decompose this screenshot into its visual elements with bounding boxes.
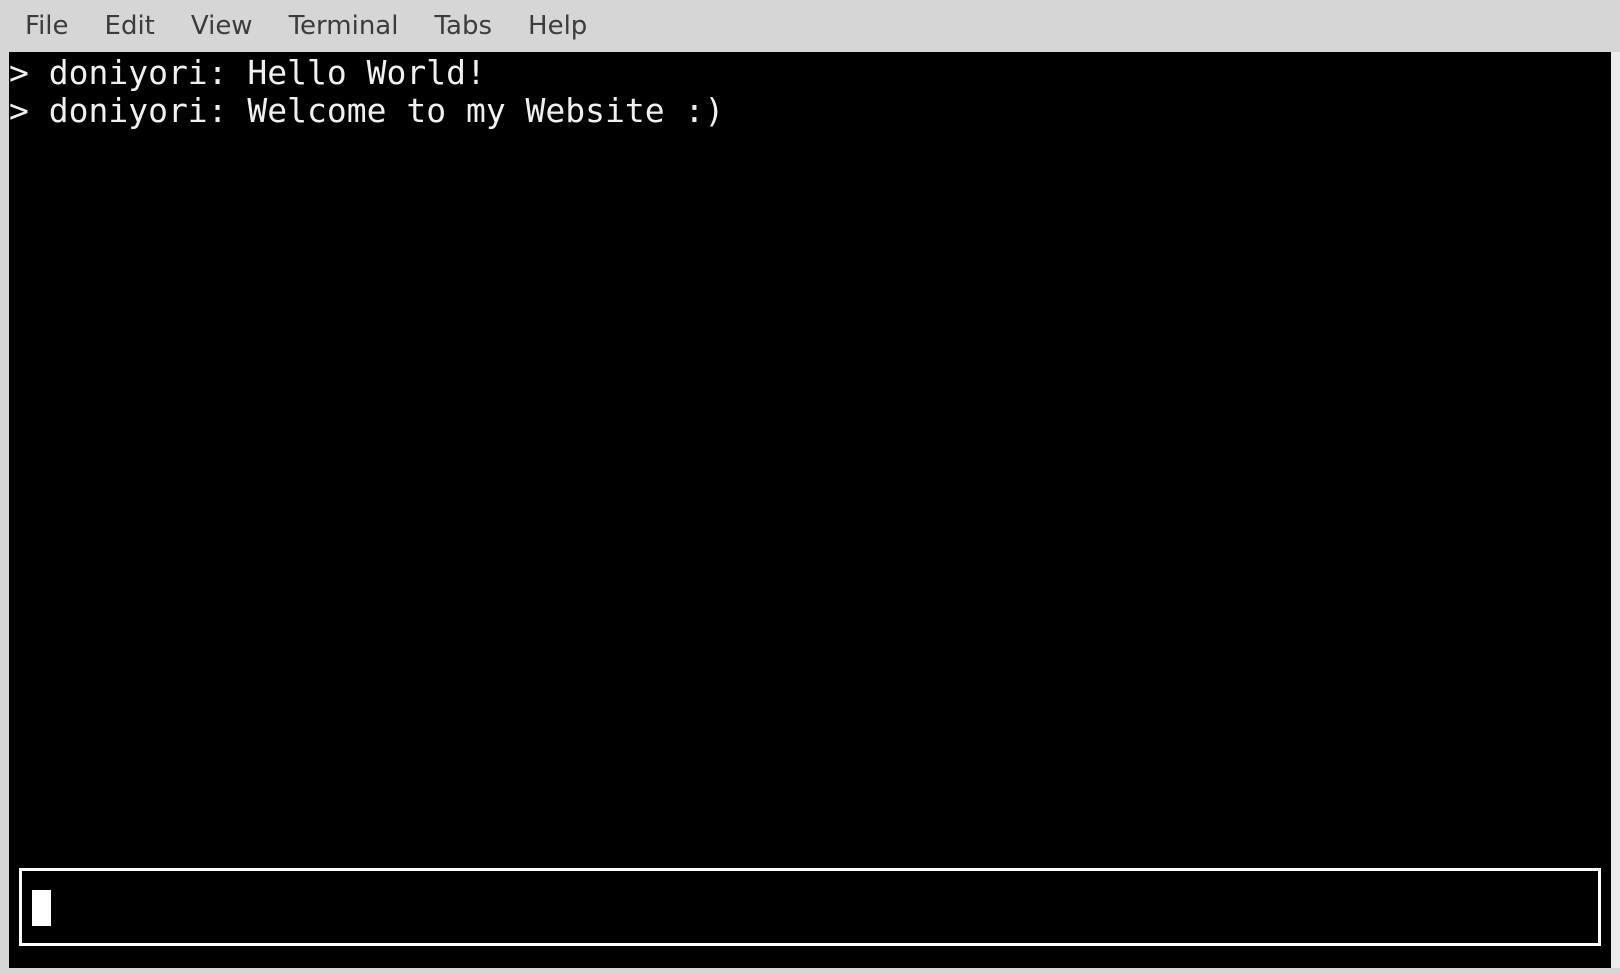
scrollbar[interactable] bbox=[1611, 52, 1620, 968]
menu-edit[interactable]: Edit bbox=[105, 0, 155, 52]
command-input[interactable] bbox=[19, 868, 1601, 946]
text-cursor bbox=[32, 890, 51, 926]
menu-view[interactable]: View bbox=[191, 0, 253, 52]
output-line: > doniyori: Hello World! bbox=[9, 53, 486, 92]
menu-tabs[interactable]: Tabs bbox=[434, 0, 492, 52]
menu-terminal[interactable]: Terminal bbox=[289, 0, 399, 52]
menubar: File Edit View Terminal Tabs Help bbox=[0, 0, 1620, 52]
output-line: > doniyori: Welcome to my Website :) bbox=[9, 91, 725, 130]
terminal-window: File Edit View Terminal Tabs Help > doni… bbox=[0, 0, 1620, 974]
menu-file[interactable]: File bbox=[25, 0, 69, 52]
terminal-output: > doniyori: Hello World! > doniyori: Wel… bbox=[9, 54, 1589, 130]
window-bottom-border bbox=[0, 968, 1620, 974]
menu-help[interactable]: Help bbox=[528, 0, 587, 52]
terminal-pane[interactable]: > doniyori: Hello World! > doniyori: Wel… bbox=[9, 52, 1611, 968]
